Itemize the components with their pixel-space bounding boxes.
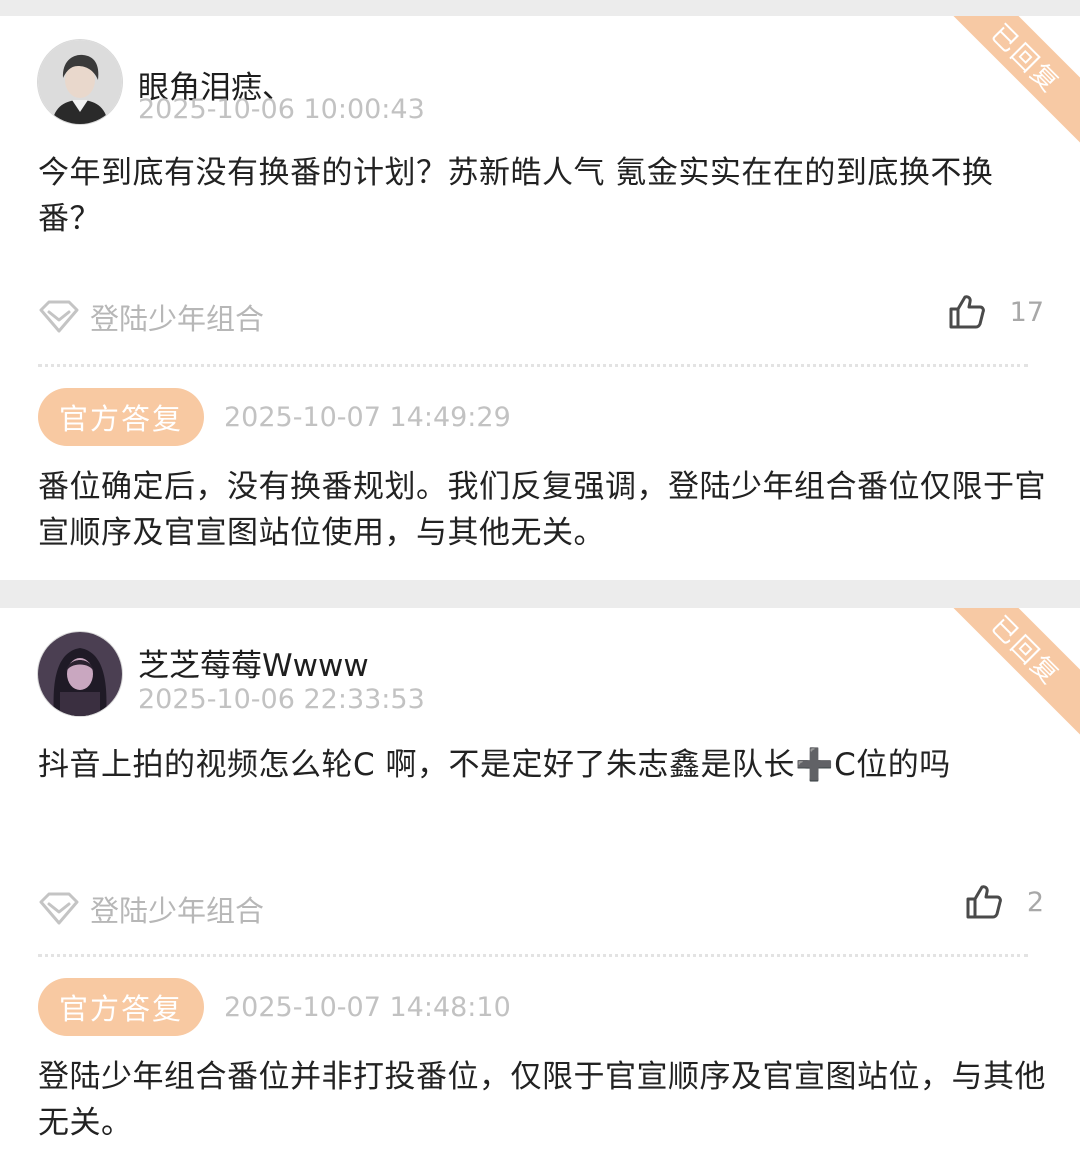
replied-ribbon: 已回复 — [936, 16, 1080, 148]
official-reply-text: 登陆少年组合番位并非打投番位，仅限于官宣顺序及官宣图站位，与其他无关。 — [38, 1059, 1046, 1141]
comment-card: 已回复 芝芝莓莓Wwww 2025-10-06 22:33:53 抖音上拍的视频… — [0, 608, 1080, 1166]
like-button[interactable]: 2 — [965, 884, 1044, 920]
divider — [38, 364, 1028, 367]
topic-tag-label: 登陆少年组合 — [90, 302, 265, 336]
official-reply-text: 番位确定后，没有换番规划。我们反复强调，登陆少年组合番位仅限于官宣顺序及官宣图站… — [38, 469, 1046, 551]
comment-time: 2025-10-06 22:33:53 — [138, 684, 425, 715]
reply-time: 2025-10-07 14:48:10 — [224, 992, 511, 1023]
user-avatar-icon — [38, 40, 122, 124]
topic-tag[interactable]: 登陆少年组合 — [38, 888, 264, 930]
comment-card: 已回复 眼角泪痣、 2025-10-06 10:00:43 今年到底有没有换番的… — [0, 16, 1080, 580]
reply-time: 2025-10-07 14:49:29 — [224, 402, 511, 433]
username[interactable]: 芝芝莓莓Wwww — [138, 640, 369, 685]
official-reply-badge: 官方答复 — [38, 978, 204, 1036]
user-avatar-icon — [38, 632, 122, 716]
topic-tag-label: 登陆少年组合 — [90, 894, 265, 928]
comment-time: 2025-10-06 10:00:43 — [138, 94, 425, 125]
topic-tag[interactable]: 登陆少年组合 — [38, 296, 264, 338]
thumbs-up-icon — [949, 295, 985, 329]
like-count: 17 — [1009, 296, 1044, 328]
official-reply-badge: 官方答复 — [38, 388, 204, 446]
diamond-icon — [39, 300, 79, 333]
avatar[interactable] — [38, 632, 122, 716]
like-button[interactable]: 17 — [948, 294, 1044, 330]
replied-ribbon: 已回复 — [936, 608, 1080, 740]
thumbs-up-icon — [966, 885, 1002, 919]
diamond-icon — [39, 892, 79, 925]
like-count: 2 — [1026, 886, 1044, 918]
divider — [38, 954, 1028, 957]
comment-text: 抖音上拍的视频怎么轮C 啊，不是定好了朱志鑫是队长➕C位的吗 — [38, 747, 951, 783]
avatar[interactable] — [38, 40, 122, 124]
comment-text: 今年到底有没有换番的计划？苏新皓人气 氪金实实在在的到底换不换番？ — [38, 155, 994, 237]
